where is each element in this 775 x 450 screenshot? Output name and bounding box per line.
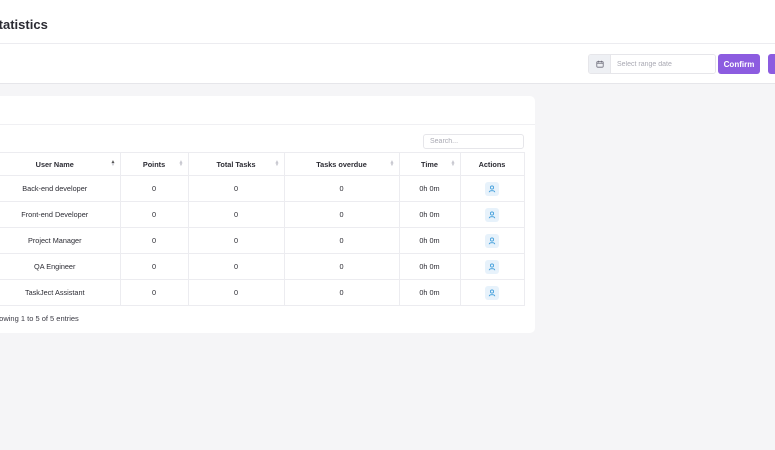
statistics-table: User Name ▲ ▼ Points ▲ ▼ Total Tasks ▲ ▼ Ta… xyxy=(0,152,525,306)
statistics-card: User Name ▲▼ Points ▲▼ Total Tasks ▲▼ Ta… xyxy=(0,96,535,333)
cell-tasks-overdue: 0 xyxy=(283,201,400,228)
user-icon xyxy=(488,185,496,192)
table-row: Back-end developer 0 0 0 0h 0m xyxy=(0,175,525,202)
cell-time: 0h 0m xyxy=(398,175,461,202)
calendar-icon[interactable] xyxy=(589,55,611,73)
cell-points: 0 xyxy=(119,279,189,306)
cell-user-name: QA Engineer xyxy=(0,253,121,280)
cell-tasks-overdue: 0 xyxy=(283,227,400,254)
cell-tasks-overdue: 0 xyxy=(283,253,400,280)
table-row: QA Engineer 0 0 0 0h 0m xyxy=(0,253,525,280)
user-icon xyxy=(488,211,496,218)
table-row: Front-end Developer 0 0 0 0h 0m xyxy=(0,201,525,228)
cell-actions xyxy=(459,201,525,228)
entries-info: Showing 1 to 5 of 5 entries xyxy=(0,314,79,323)
sort-icon[interactable]: ▲ ▼ xyxy=(390,160,395,168)
page-title: Statistics xyxy=(0,17,48,32)
table-header-row: User Name ▲ ▼ Points ▲ ▼ Total Tasks ▲ ▼ Ta… xyxy=(0,152,525,176)
sort-icon[interactable]: ▲ ▼ xyxy=(451,160,456,168)
date-range-picker[interactable] xyxy=(588,54,716,74)
cell-points: 0 xyxy=(119,201,189,228)
table-row: Project Manager 0 0 0 0h 0m xyxy=(0,227,525,254)
cell-points: 0 xyxy=(119,227,189,254)
cell-actions xyxy=(459,227,525,254)
column-header-points[interactable]: Points ▲ ▼ xyxy=(119,152,189,176)
top-header: Statistics xyxy=(0,0,775,44)
user-icon xyxy=(488,263,496,270)
cell-time: 0h 0m xyxy=(398,201,461,228)
card-divider xyxy=(0,124,535,125)
cell-total-tasks: 0 xyxy=(187,227,285,254)
cell-user-name: Front-end Developer xyxy=(0,201,121,228)
cell-time: 0h 0m xyxy=(398,279,461,306)
cell-time: 0h 0m xyxy=(398,253,461,280)
cell-points: 0 xyxy=(119,253,189,280)
cell-time: 0h 0m xyxy=(398,227,461,254)
cell-actions xyxy=(459,175,525,202)
cell-actions xyxy=(459,279,525,306)
cell-user-name: Back-end developer xyxy=(0,175,121,202)
cell-user-name: Project Manager xyxy=(0,227,121,254)
cell-total-tasks: 0 xyxy=(187,175,285,202)
cell-total-tasks: 0 xyxy=(187,279,285,306)
column-header-tasks-overdue[interactable]: Tasks overdue ▲ ▼ xyxy=(283,152,400,176)
sort-icon[interactable]: ▲ ▼ xyxy=(179,160,184,168)
view-user-button[interactable] xyxy=(485,285,499,300)
view-user-button[interactable] xyxy=(485,181,499,196)
search-input[interactable] xyxy=(423,134,524,149)
cell-total-tasks: 0 xyxy=(187,201,285,228)
cell-actions xyxy=(459,253,525,280)
cell-tasks-overdue: 0 xyxy=(283,175,400,202)
cell-points: 0 xyxy=(119,175,189,202)
cell-total-tasks: 0 xyxy=(187,253,285,280)
view-user-button[interactable] xyxy=(485,259,499,274)
user-icon xyxy=(488,237,496,244)
filter-bar: Confirm xyxy=(0,44,775,84)
confirm-button[interactable]: Confirm xyxy=(718,54,760,74)
user-icon xyxy=(488,289,496,296)
secondary-action-button[interactable] xyxy=(768,54,775,74)
cell-user-name: TaskJect Assistant xyxy=(0,279,121,306)
date-range-input[interactable] xyxy=(611,55,715,73)
column-header-actions: Actions xyxy=(459,152,525,176)
cell-tasks-overdue: 0 xyxy=(283,279,400,306)
sort-asc-icon[interactable]: ▲ ▼ xyxy=(111,160,116,168)
sort-icon[interactable]: ▲ ▼ xyxy=(275,160,280,168)
view-user-button[interactable] xyxy=(485,233,499,248)
view-user-button[interactable] xyxy=(485,207,499,222)
column-header-total-tasks[interactable]: Total Tasks ▲ ▼ xyxy=(187,152,285,176)
table-row: TaskJect Assistant 0 0 0 0h 0m xyxy=(0,279,525,306)
column-header-user-name[interactable]: User Name ▲ ▼ xyxy=(0,152,121,176)
column-header-time[interactable]: Time ▲ ▼ xyxy=(398,152,461,176)
